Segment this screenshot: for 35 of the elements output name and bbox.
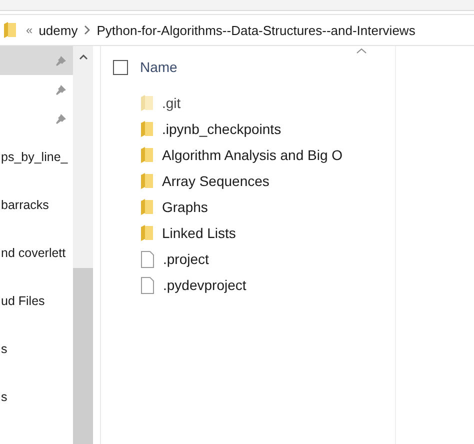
select-all-checkbox[interactable] (113, 60, 128, 74)
folder-icon (141, 199, 153, 215)
address-bar[interactable]: « udemy Python-for-Algorithms--Data-Structures--and-Interviews (0, 14, 474, 46)
nav-item[interactable]: s (0, 373, 73, 421)
sort-caret-icon (356, 48, 367, 54)
nav-item[interactable] (0, 46, 73, 75)
name-column-header[interactable]: Name (140, 59, 178, 75)
nav-item[interactable]: ps_by_line_ (0, 133, 73, 181)
folder-icon (141, 147, 153, 163)
file-name[interactable]: .project (163, 251, 209, 267)
chevron-right-icon (84, 25, 91, 35)
overflow-chevron[interactable]: « (26, 23, 33, 37)
scroll-up-icon[interactable] (78, 54, 88, 60)
folder-icon (141, 121, 153, 137)
breadcrumb[interactable]: udemy (38, 22, 78, 38)
file-name[interactable]: Algorithm Analysis and Big O (162, 147, 343, 163)
nav-item[interactable]: ud Files (0, 277, 73, 325)
folder-icon (4, 22, 16, 38)
folder-icon (141, 95, 153, 111)
folder-icon (141, 173, 153, 189)
scrollbar[interactable] (73, 46, 93, 444)
file-name[interactable]: .ipynb_checkpoints (162, 121, 282, 137)
file-icon (141, 250, 154, 268)
file-name[interactable]: .git (162, 95, 181, 111)
scrollbar-thumb[interactable] (73, 268, 93, 444)
file-name[interactable]: Linked Lists (162, 225, 236, 241)
file-name[interactable]: Graphs (162, 199, 208, 215)
file-name[interactable]: .pydevproject (163, 277, 246, 293)
folder-icon (141, 225, 153, 241)
breadcrumb[interactable]: Python-for-Algorithms--Data-Structures--and-Interviews (96, 22, 416, 38)
file-icon (141, 276, 154, 294)
nav-item[interactable]: nd coverlett (0, 229, 73, 277)
nav-item[interactable]: barracks (0, 181, 73, 229)
file-name[interactable]: Array Sequences (162, 173, 270, 189)
nav-item[interactable]: s (0, 325, 73, 373)
